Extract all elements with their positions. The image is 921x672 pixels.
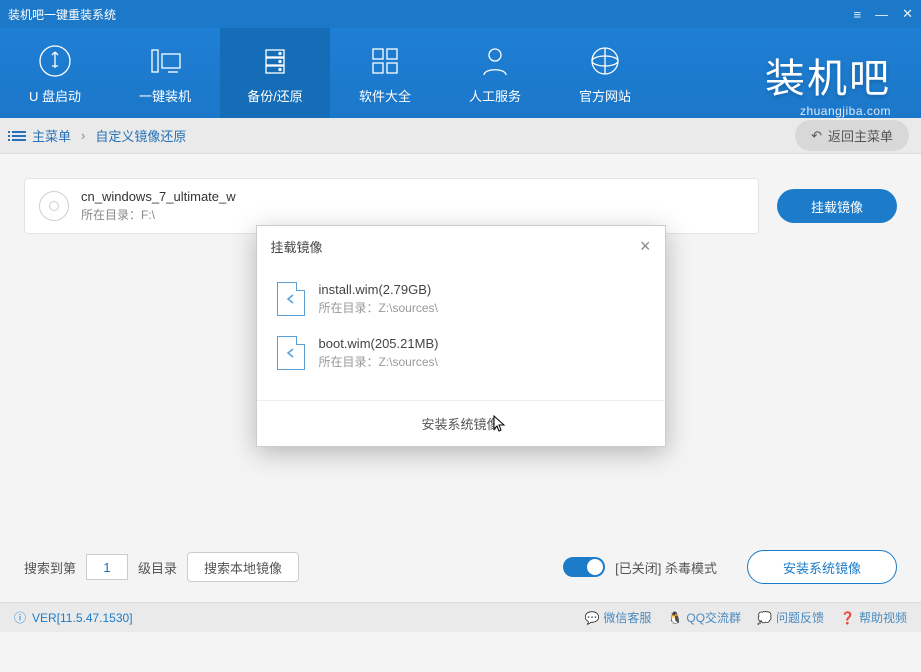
wim-item-install[interactable]: install.wim(2.79GB) 所在目录：Z:\sources\ [257, 272, 665, 326]
mount-modal: 挂载镜像 × install.wim(2.79GB) 所在目录：Z:\sourc… [256, 225, 666, 447]
modal-install-button[interactable]: 安装系统镜像 [257, 400, 665, 446]
file-icon [277, 336, 305, 370]
modal-overlay: 挂载镜像 × install.wim(2.79GB) 所在目录：Z:\sourc… [0, 0, 921, 672]
modal-title: 挂载镜像 [271, 237, 323, 256]
modal-footer-label: 安装系统镜像 [421, 414, 499, 433]
modal-body: install.wim(2.79GB) 所在目录：Z:\sources\ boo… [257, 266, 665, 400]
modal-header: 挂载镜像 × [257, 226, 665, 266]
modal-close-icon[interactable]: × [640, 236, 651, 257]
wim-path: 所在目录：Z:\sources\ [319, 299, 438, 316]
wim-path: 所在目录：Z:\sources\ [319, 353, 439, 370]
wim-filename: boot.wim(205.21MB) [319, 336, 439, 351]
wim-filename: install.wim(2.79GB) [319, 282, 438, 297]
cursor-icon [493, 415, 507, 433]
wim-item-boot[interactable]: boot.wim(205.21MB) 所在目录：Z:\sources\ [257, 326, 665, 380]
file-icon [277, 282, 305, 316]
